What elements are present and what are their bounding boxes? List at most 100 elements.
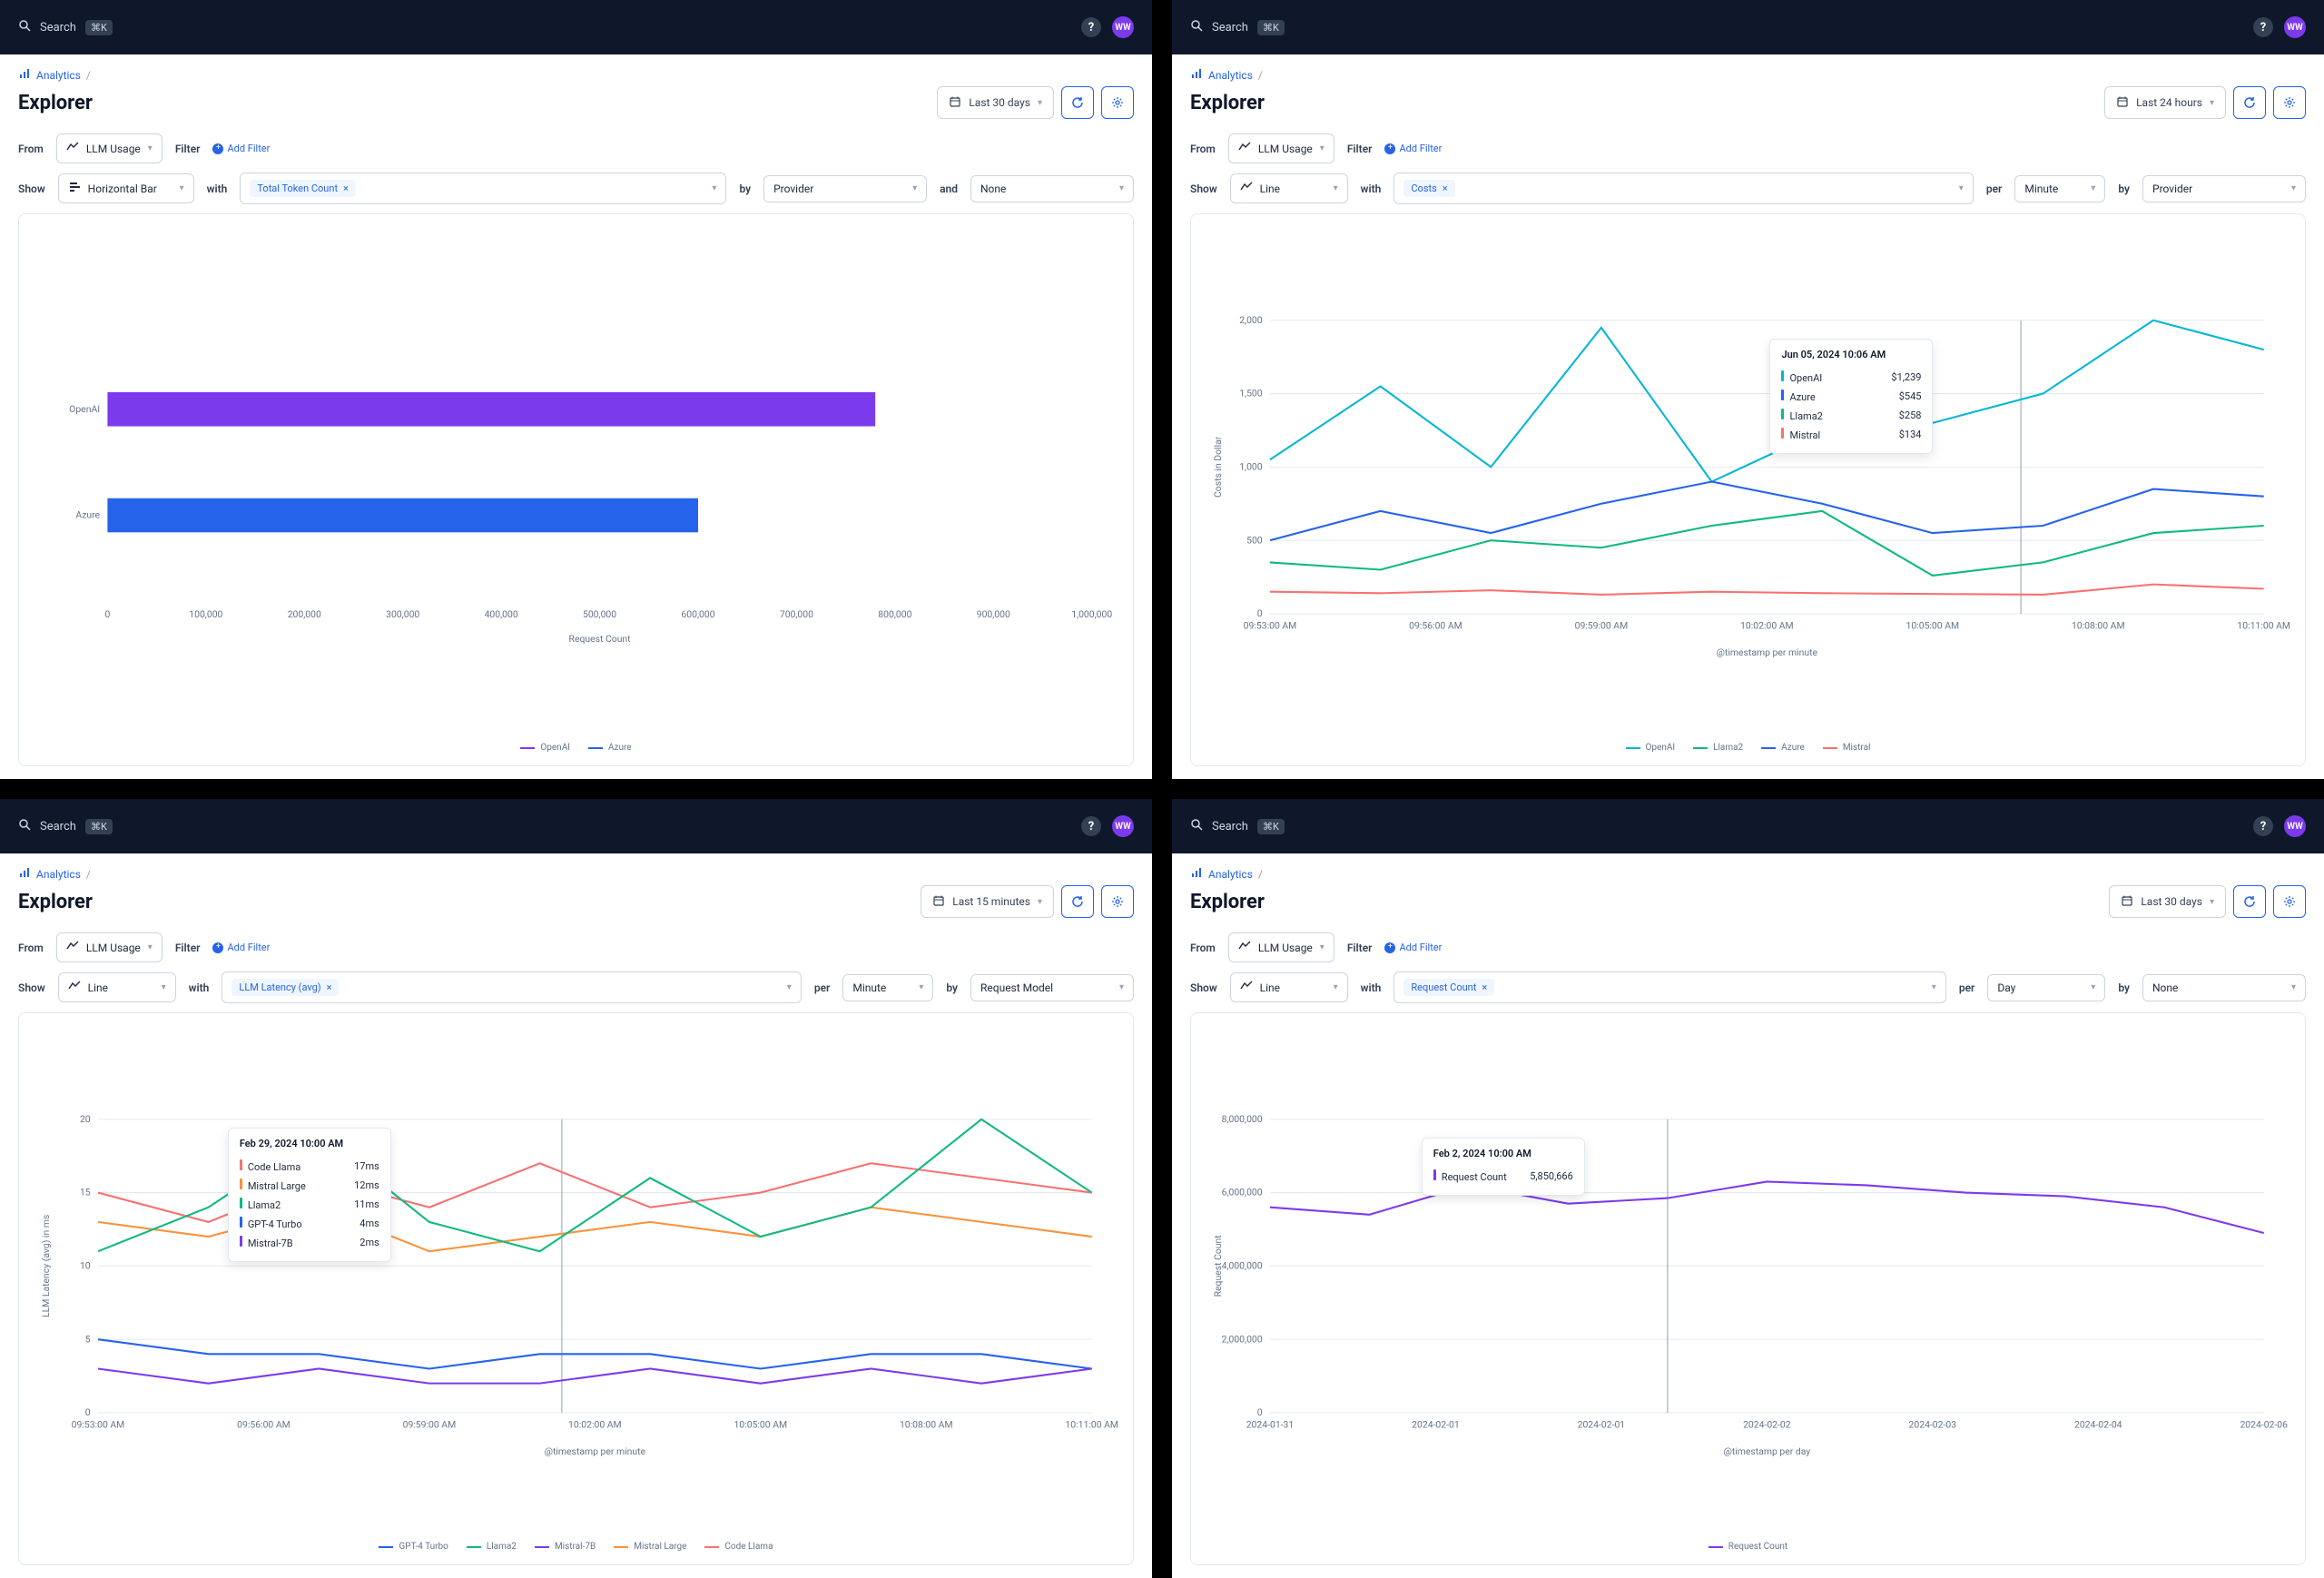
search-trigger[interactable]: Search ⌘K: [1190, 818, 1285, 834]
settings-button[interactable]: [1101, 86, 1134, 119]
settings-button[interactable]: [2273, 86, 2306, 119]
breadcrumb-analytics[interactable]: Analytics: [1208, 69, 1253, 82]
legend-item[interactable]: Llama2: [1693, 743, 1743, 753]
chip-remove-icon[interactable]: ×: [1443, 182, 1448, 194]
svg-text:900,000: 900,000: [977, 608, 1010, 620]
legend-item[interactable]: Mistral-7B: [535, 1542, 596, 1552]
search-trigger[interactable]: Search ⌘K: [18, 19, 113, 35]
per-select[interactable]: Day ▾: [1987, 974, 2105, 1001]
chip-remove-icon[interactable]: ×: [1482, 981, 1487, 993]
help-icon[interactable]: ?: [2253, 816, 2273, 836]
legend-item[interactable]: Azure: [588, 743, 632, 753]
series-line[interactable]: [1270, 585, 2264, 595]
svg-text:10:11:00 AM: 10:11:00 AM: [1065, 1419, 1118, 1431]
from-select[interactable]: LLM Usage ▾: [56, 932, 162, 962]
tooltip-row: Azure $545: [1781, 387, 1921, 406]
add-filter-button[interactable]: + Add Filter: [212, 942, 270, 953]
svg-text:6,000,000: 6,000,000: [1222, 1187, 1263, 1198]
svg-text:500,000: 500,000: [583, 608, 616, 620]
avatar[interactable]: WW: [2284, 16, 2306, 38]
search-kbd: ⌘K: [85, 819, 113, 834]
svg-text:2024-02-01: 2024-02-01: [1578, 1419, 1626, 1431]
page-title: Explorer: [18, 891, 93, 913]
chevron-down-icon: ▾: [2291, 982, 2296, 992]
search-trigger[interactable]: Search ⌘K: [1190, 19, 1285, 35]
legend-item[interactable]: Azure: [1761, 743, 1805, 753]
metric-select[interactable]: Costs × ▾: [1393, 173, 1973, 204]
time-range-select[interactable]: Last 30 days ▾: [2109, 885, 2226, 918]
breadcrumb-analytics[interactable]: Analytics: [1208, 868, 1253, 881]
time-range-select[interactable]: Last 30 days ▾: [937, 86, 1054, 119]
panel-a: Search ⌘K ? WW Analytics / Explorer Last…: [0, 0, 1152, 779]
series-line[interactable]: [1270, 321, 2264, 482]
svg-text:5: 5: [85, 1333, 91, 1345]
legend-item[interactable]: GPT-4 Turbo: [379, 1542, 448, 1552]
avatar[interactable]: WW: [1112, 16, 1134, 38]
legend-item[interactable]: Code Llama: [704, 1542, 773, 1552]
metric-select[interactable]: Request Count × ▾: [1393, 971, 1945, 1003]
legend-item[interactable]: Llama2: [467, 1542, 517, 1552]
by-select[interactable]: Request Model ▾: [970, 974, 1134, 1001]
settings-button[interactable]: [2273, 885, 2306, 918]
series-line[interactable]: [1270, 1181, 2264, 1233]
help-icon[interactable]: ?: [1081, 17, 1101, 37]
chip-remove-icon[interactable]: ×: [343, 182, 349, 194]
refresh-button[interactable]: [1061, 86, 1094, 119]
time-range-select[interactable]: Last 15 minutes ▾: [921, 885, 1054, 918]
chart-type-select[interactable]: Horizontal Bar ▾: [58, 173, 194, 203]
topbar: Search ⌘K ? WW: [0, 0, 1152, 54]
per-select[interactable]: Minute ▾: [2014, 175, 2105, 202]
chart-type-select[interactable]: Line ▾: [1230, 173, 1348, 203]
legend-swatch: [704, 1546, 719, 1548]
by-select[interactable]: Provider ▾: [763, 175, 927, 202]
from-label: From: [1190, 942, 1216, 954]
series-line[interactable]: [98, 1368, 1092, 1383]
help-icon[interactable]: ?: [1081, 816, 1101, 836]
search-trigger[interactable]: Search ⌘K: [18, 818, 113, 834]
metric-select[interactable]: LLM Latency (avg) × ▾: [222, 971, 801, 1003]
add-filter-button[interactable]: + Add Filter: [212, 143, 270, 154]
line-icon: [66, 940, 79, 955]
refresh-button[interactable]: [2233, 86, 2266, 119]
series-line[interactable]: [98, 1339, 1092, 1368]
add-filter-button[interactable]: + Add Filter: [1384, 143, 1442, 154]
chevron-down-icon: ▾: [1119, 982, 1124, 992]
avatar[interactable]: WW: [2284, 815, 2306, 837]
breadcrumb-analytics[interactable]: Analytics: [36, 69, 81, 82]
from-select[interactable]: LLM Usage ▾: [1228, 932, 1334, 962]
settings-button[interactable]: [1101, 885, 1134, 918]
bar[interactable]: [107, 498, 698, 533]
refresh-button[interactable]: [1061, 885, 1094, 918]
analytics-icon: [1190, 866, 1203, 882]
breadcrumb-analytics[interactable]: Analytics: [36, 868, 81, 881]
add-filter-button[interactable]: + Add Filter: [1384, 942, 1442, 953]
legend-item[interactable]: OpenAI: [1626, 743, 1676, 753]
series-line[interactable]: [1270, 511, 2264, 576]
line-icon: [66, 141, 79, 156]
refresh-button[interactable]: [2233, 885, 2266, 918]
tooltip-title: Feb 2, 2024 10:00 AM: [1433, 1148, 1573, 1159]
from-select[interactable]: LLM Usage ▾: [56, 133, 162, 163]
from-label: From: [18, 942, 44, 954]
and-select[interactable]: None ▾: [970, 175, 1134, 202]
legend-item[interactable]: Mistral Large: [614, 1542, 686, 1552]
by-select[interactable]: Provider ▾: [2142, 175, 2306, 202]
bar[interactable]: [107, 392, 875, 427]
plus-icon: +: [1384, 143, 1395, 154]
chart-type-select[interactable]: Line ▾: [58, 972, 176, 1002]
from-select[interactable]: LLM Usage ▾: [1228, 133, 1334, 163]
legend-item[interactable]: Mistral: [1823, 743, 1871, 753]
metric-select[interactable]: Total Token Count × ▾: [240, 173, 726, 204]
avatar[interactable]: WW: [1112, 815, 1134, 837]
legend-item[interactable]: OpenAI: [520, 743, 570, 753]
chip-remove-icon[interactable]: ×: [327, 981, 332, 993]
help-icon[interactable]: ?: [2253, 17, 2273, 37]
time-range-select[interactable]: Last 24 hours ▾: [2104, 86, 2226, 119]
legend-item[interactable]: Request Count: [1709, 1542, 1787, 1552]
analytics-icon: [1190, 67, 1203, 83]
chart-type-select[interactable]: Line ▾: [1230, 972, 1348, 1002]
chevron-down-icon: ▾: [787, 982, 792, 992]
per-select[interactable]: Minute ▾: [842, 974, 933, 1001]
by-select[interactable]: None ▾: [2142, 974, 2306, 1001]
series-line[interactable]: [1270, 482, 2264, 541]
